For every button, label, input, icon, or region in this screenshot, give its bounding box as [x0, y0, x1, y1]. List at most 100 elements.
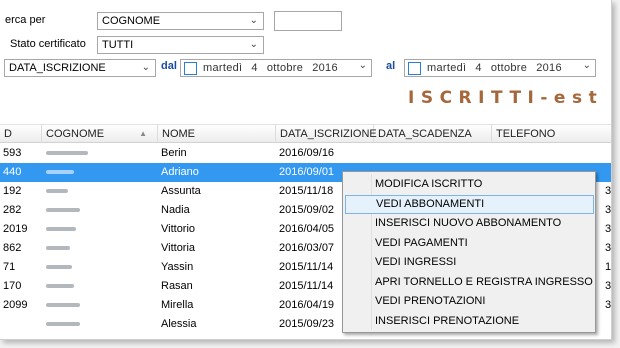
- cell-id: 2019: [3, 223, 28, 235]
- context-menu-item[interactable]: INSERISCI NUOVO ABBONAMENTO: [345, 214, 594, 233]
- cell-nome: Yassin: [161, 261, 194, 273]
- cell-tel: 3: [605, 242, 612, 254]
- search-by-value: COGNOME: [102, 15, 161, 27]
- cell-cognome-redacted: [46, 182, 68, 201]
- cell-data-iscrizione: 2015/11/14: [279, 261, 334, 273]
- redacted-text: [46, 246, 70, 251]
- order-by-value: DATA_ISCRIZIONE: [9, 62, 106, 74]
- column-header-id[interactable]: D: [0, 125, 42, 143]
- cell-nome: Berin: [161, 147, 187, 159]
- cell-cognome-redacted: [46, 220, 76, 239]
- app-window: erca per COGNOME ⌄ Stato certificato TUT…: [0, 0, 612, 340]
- cell-data-iscrizione: 2015/11/18: [279, 185, 334, 197]
- cell-data-iscrizione: 2016/04/05: [279, 223, 335, 235]
- from-date-weekday: martedì: [203, 62, 243, 74]
- cell-id: 593: [3, 147, 22, 159]
- cell-nome: Nadia: [161, 204, 190, 216]
- column-header-cognome[interactable]: COGNOME ▲: [42, 125, 158, 143]
- cell-tel: 3: [605, 223, 612, 235]
- search-by-select[interactable]: COGNOME ⌄: [97, 12, 264, 30]
- table-header: D COGNOME ▲ NOME DATA_ISCRIZIONE DATA_SC…: [0, 124, 611, 143]
- from-date-label: dal: [161, 60, 177, 72]
- order-by-select[interactable]: DATA_ISCRIZIONE ⌄: [4, 59, 156, 77]
- cell-nome: Alessia: [161, 318, 197, 330]
- cell-id: 440: [3, 166, 22, 178]
- redacted-text: [46, 189, 68, 194]
- to-date-label: al: [386, 60, 396, 72]
- column-header-data-scadenza[interactable]: DATA_SCADENZA: [374, 125, 492, 143]
- column-header-data-iscrizione[interactable]: DATA_ISCRIZIONE: [276, 125, 377, 143]
- cell-cognome-redacted: [46, 163, 74, 182]
- certificate-status-value: TUTTI: [102, 39, 134, 51]
- cell-tel: 3: [605, 185, 612, 197]
- chevron-down-icon: ⌄: [249, 15, 258, 26]
- redacted-text: [46, 170, 74, 175]
- redacted-text: [46, 303, 80, 308]
- cell-cognome-redacted: [46, 296, 80, 315]
- search-input[interactable]: [274, 11, 342, 31]
- redacted-text: [46, 322, 80, 327]
- column-header-label: D: [4, 128, 12, 140]
- cell-cognome-redacted: [46, 201, 80, 220]
- redacted-text: [46, 284, 74, 289]
- context-menu-item[interactable]: VEDI INGRESSI: [345, 253, 594, 272]
- context-menu-item[interactable]: APRI TORNELLO E REGISTRA INGRESSO: [345, 273, 594, 292]
- to-date-weekday: martedì: [427, 62, 467, 74]
- to-date-year: 2016: [536, 62, 562, 74]
- search-by-label: erca per: [5, 14, 46, 26]
- cell-data-iscrizione: 2016/04/19: [279, 299, 335, 311]
- cell-id: 2099: [3, 299, 28, 311]
- chevron-down-icon[interactable]: ⌄: [359, 60, 367, 71]
- context-menu-item[interactable]: VEDI ABBONAMENTI: [345, 194, 594, 214]
- cell-cognome-redacted: [46, 144, 88, 163]
- cell-tel: 3: [605, 204, 612, 216]
- cell-data-iscrizione: 2016/03/07: [279, 242, 335, 254]
- cell-id: 282: [3, 204, 22, 216]
- cell-nome: Vittoria: [161, 242, 196, 254]
- to-date-day: 4: [475, 62, 482, 74]
- from-date-year: 2016: [312, 62, 338, 74]
- cell-data-iscrizione: 2015/09/23: [279, 318, 335, 330]
- cell-id: 170: [3, 280, 22, 292]
- page-title: ISCRITTI-est: [408, 88, 604, 108]
- context-menu-item[interactable]: INSERISCI PRENOTAZIONE: [345, 312, 594, 331]
- to-date-checkbox[interactable]: [408, 61, 421, 75]
- context-menu: MODIFICA ISCRITTO VEDI ABBONAMENTI INSERIS…: [342, 171, 596, 333]
- column-header-telefono[interactable]: TELEFONO: [492, 125, 611, 143]
- cell-id: 192: [3, 185, 22, 197]
- cell-nome: Mirella: [161, 299, 194, 311]
- column-header-label: TELEFONO: [496, 128, 556, 140]
- table-row[interactable]: 593 Berin 2016/09/16: [0, 144, 611, 163]
- cell-data-iscrizione: 2016/09/01: [279, 166, 335, 178]
- cell-nome: Vittorio: [161, 223, 196, 235]
- column-header-label: COGNOME: [46, 128, 105, 140]
- cell-cognome-redacted: [46, 258, 72, 277]
- chevron-down-icon[interactable]: ⌄: [583, 60, 591, 71]
- cell-tel: 1: [605, 261, 612, 273]
- context-menu-item[interactable]: MODIFICA ISCRITTO: [345, 175, 594, 194]
- cell-data-iscrizione: 2015/09/02: [279, 204, 335, 216]
- column-header-nome[interactable]: NOME: [158, 125, 276, 143]
- cell-nome: Assunta: [161, 185, 201, 197]
- cell-cognome-redacted: [46, 315, 80, 334]
- from-date-checkbox[interactable]: [184, 61, 197, 75]
- context-menu-item[interactable]: VEDI PRENOTAZIONI: [345, 292, 594, 311]
- column-header-label: DATA_ISCRIZIONE: [280, 128, 377, 140]
- from-date-picker[interactable]: martedì 4 ottobre 2016 ⌄: [180, 59, 372, 77]
- cell-tel: 3: [605, 299, 612, 311]
- cell-cognome-redacted: [46, 277, 74, 296]
- column-header-label: DATA_SCADENZA: [378, 128, 472, 140]
- cell-id: 862: [3, 242, 22, 254]
- context-menu-item[interactable]: VEDI PAGAMENTI: [345, 234, 594, 253]
- redacted-text: [46, 265, 72, 270]
- cell-nome: Adriano: [161, 166, 199, 178]
- chevron-down-icon: ⌄: [141, 62, 150, 73]
- to-date-picker[interactable]: martedì 4 ottobre 2016 ⌄: [404, 59, 596, 77]
- from-date-month: ottobre: [266, 62, 304, 74]
- redacted-text: [46, 208, 80, 213]
- from-date-day: 4: [251, 62, 258, 74]
- cell-id: 71: [3, 261, 16, 273]
- cell-data-iscrizione: 2016/09/16: [279, 147, 335, 159]
- to-date-month: ottobre: [490, 62, 528, 74]
- certificate-status-select[interactable]: TUTTI ⌄: [97, 36, 264, 54]
